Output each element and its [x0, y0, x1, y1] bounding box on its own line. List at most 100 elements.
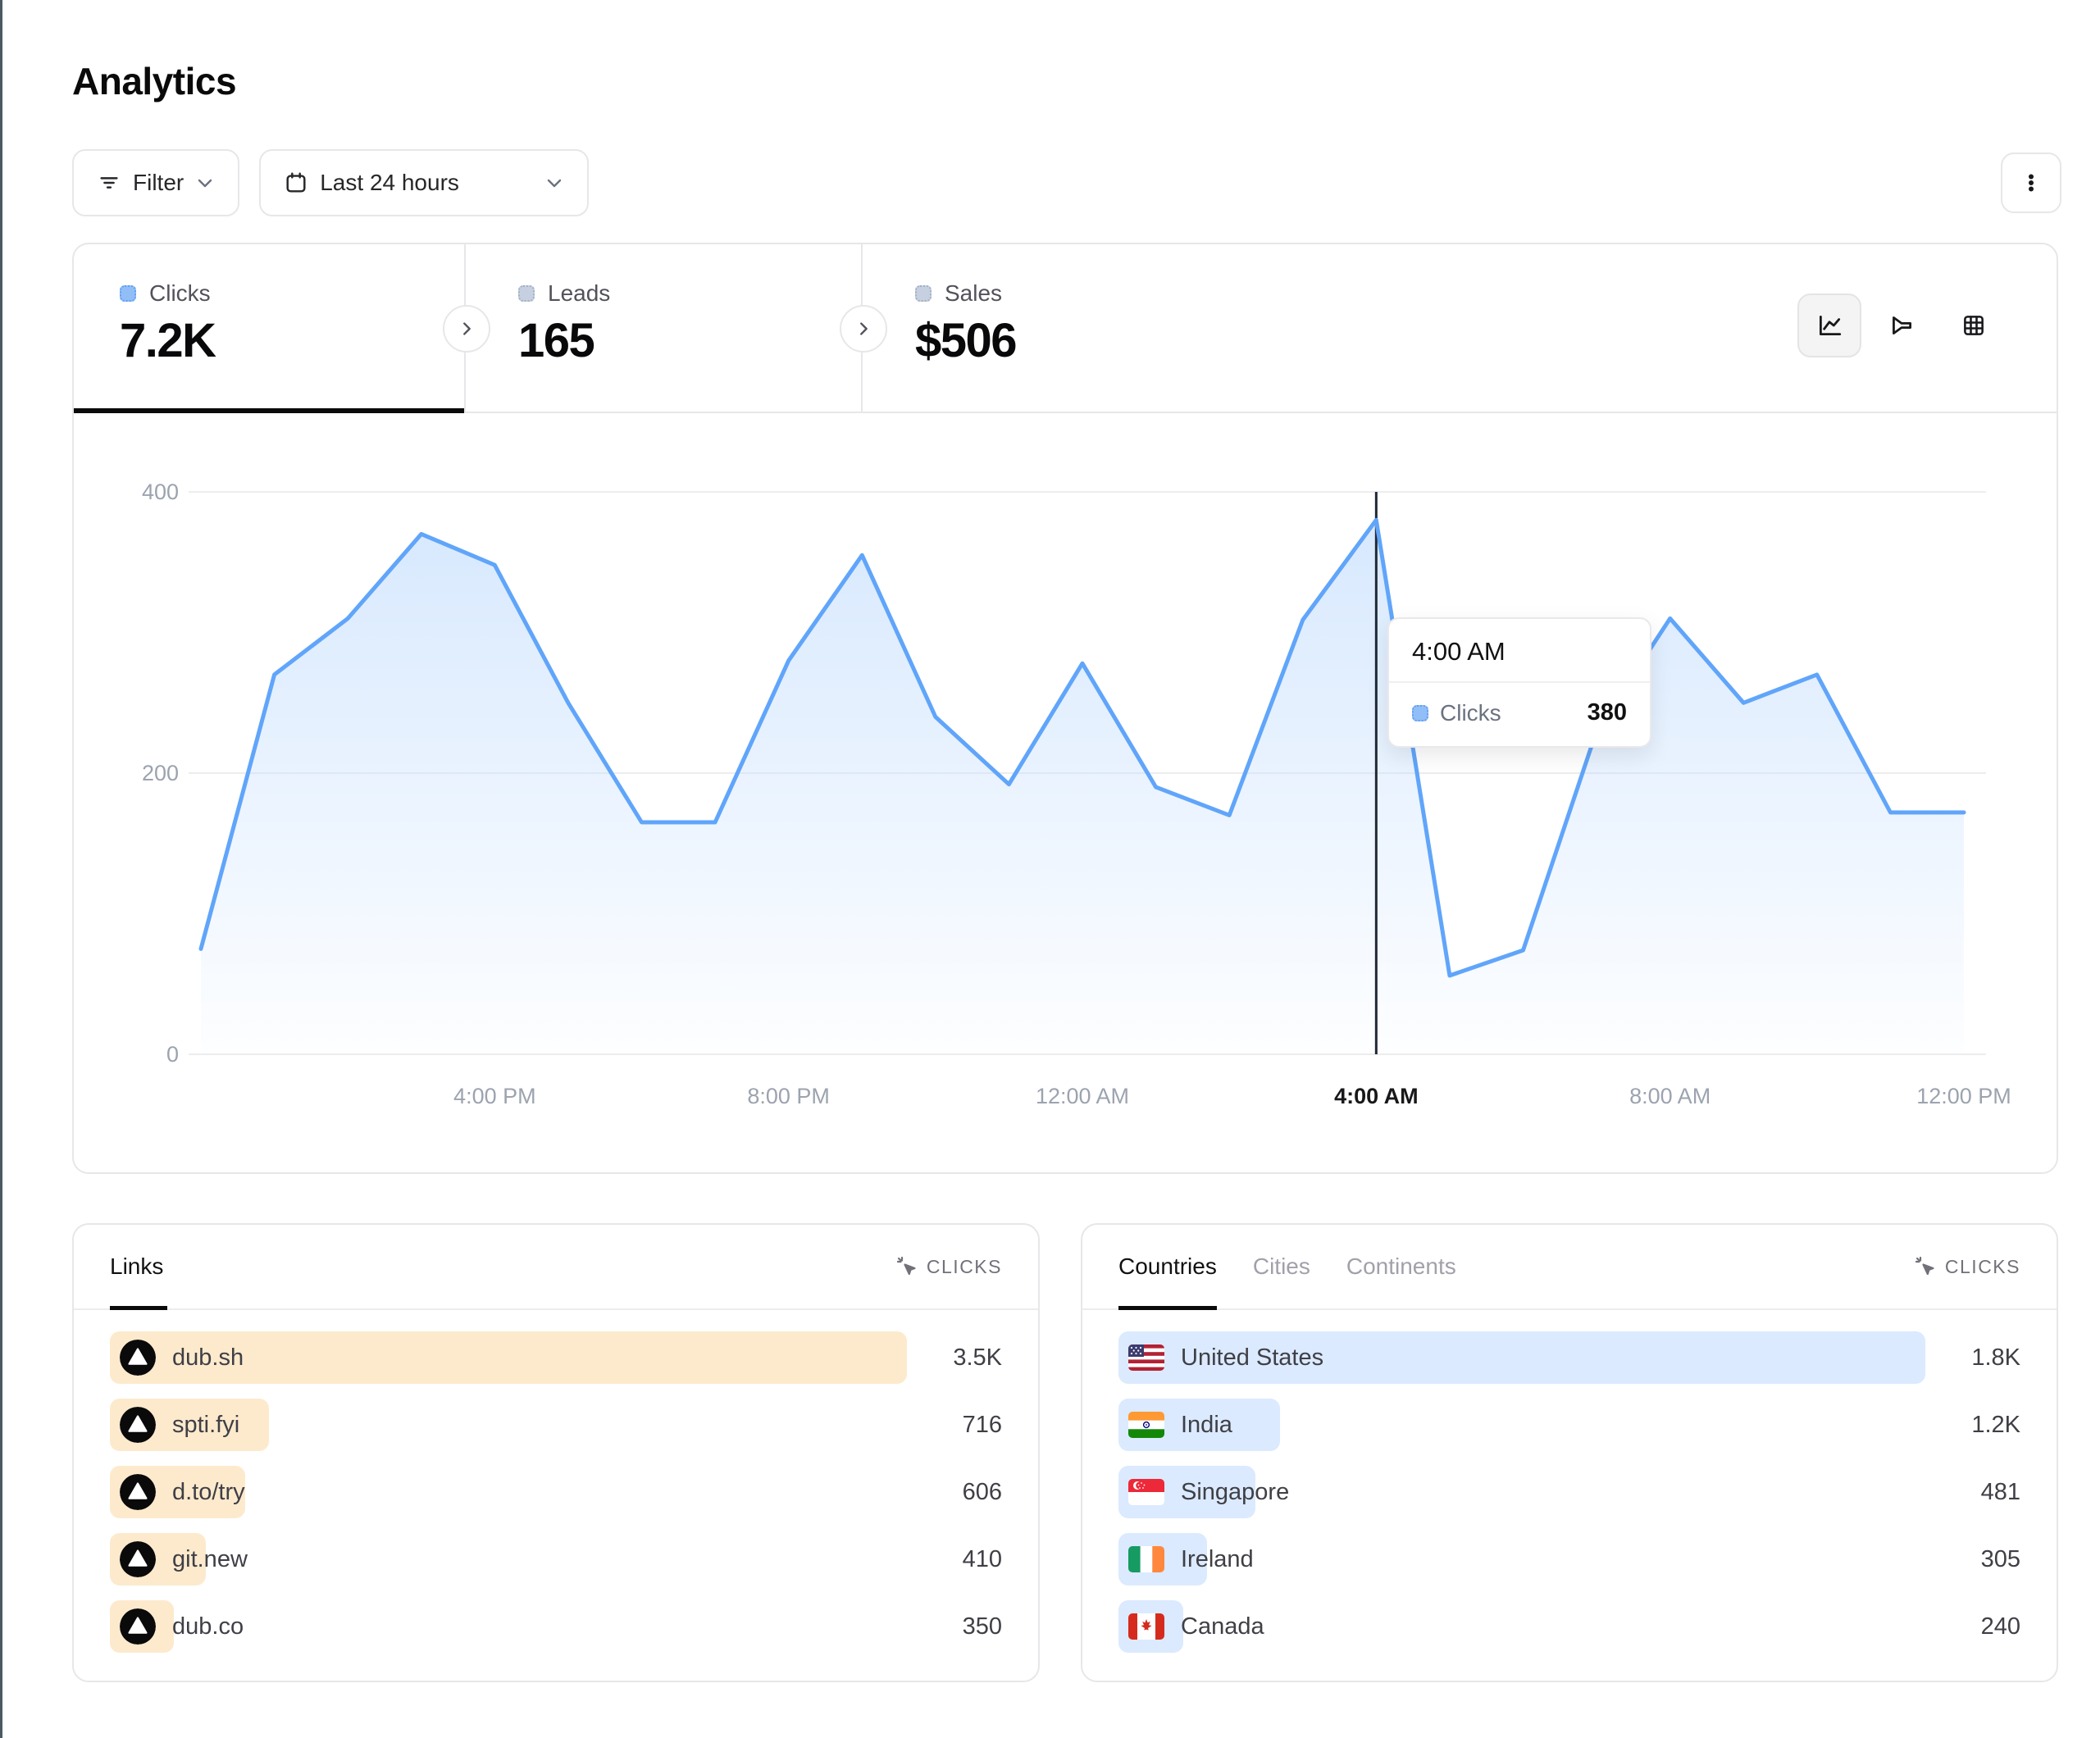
- tab-links-label: Links: [110, 1253, 163, 1280]
- x-tick-label: 4:00 AM: [1334, 1084, 1419, 1108]
- row-value: 305: [1925, 1546, 2020, 1573]
- chevron-right-icon: [458, 320, 476, 338]
- row-content: dub.co: [110, 1600, 244, 1653]
- row-label: United States: [1181, 1344, 1323, 1372]
- tab-cities[interactable]: Cities: [1253, 1225, 1310, 1308]
- dub-logo-icon: [120, 1340, 156, 1376]
- bar-area: d.to/try: [110, 1466, 907, 1518]
- ca-flag-icon: [1128, 1613, 1164, 1640]
- list-item[interactable]: dub.sh 3.5K: [110, 1331, 1002, 1384]
- links-panel: Links CLICKS dub.sh 3.5K spti.fyi 716 d.to/t…: [72, 1223, 1040, 1682]
- filter-button[interactable]: Filter: [72, 149, 239, 216]
- y-tick-label: 0: [166, 1042, 179, 1067]
- x-tick-label: 4:00 PM: [453, 1084, 536, 1108]
- row-value: 606: [907, 1479, 1002, 1506]
- list-item[interactable]: India 1.2K: [1118, 1399, 2020, 1451]
- row-value: 481: [1925, 1479, 2020, 1506]
- countries-sort-by-clicks[interactable]: CLICKS: [1914, 1255, 2020, 1278]
- row-label: spti.fyi: [172, 1412, 239, 1439]
- list-item[interactable]: d.to/try 606: [110, 1466, 1002, 1518]
- row-label: Ireland: [1181, 1546, 1254, 1573]
- expand-leads-button[interactable]: [443, 305, 490, 353]
- row-value: 716: [907, 1412, 1002, 1439]
- row-value: 3.5K: [907, 1344, 1002, 1372]
- row-label: git.new: [172, 1546, 248, 1573]
- page-title: Analytics: [72, 59, 236, 103]
- us-flag-icon: [1128, 1344, 1164, 1371]
- y-tick-label: 400: [142, 480, 179, 504]
- bar-area: Ireland: [1118, 1533, 1925, 1586]
- metric-label: Leads: [548, 280, 610, 307]
- list-item[interactable]: dub.co 350: [110, 1600, 1002, 1653]
- row-value: 240: [1925, 1613, 2020, 1640]
- date-range-label: Last 24 hours: [320, 170, 459, 196]
- tooltip-series-label: Clicks: [1440, 700, 1501, 726]
- countries-sort-label: CLICKS: [1945, 1256, 2020, 1278]
- links-sort-label: CLICKS: [927, 1256, 1002, 1278]
- row-value: 1.2K: [1925, 1412, 2020, 1439]
- bar-area: dub.co: [110, 1600, 907, 1653]
- row-content: dub.sh: [110, 1331, 244, 1384]
- row-content: d.to/try: [110, 1466, 245, 1518]
- table-view-button[interactable]: [1942, 293, 2006, 357]
- area-fill: [201, 520, 1964, 1054]
- row-label: dub.sh: [172, 1344, 244, 1372]
- list-item[interactable]: Canada 240: [1118, 1600, 2020, 1653]
- tab-clicks[interactable]: Clicks 7.2K: [74, 244, 466, 412]
- x-axis-labels: 4:00 PM8:00 PM12:00 AM4:00 AM8:00 AM12:0…: [453, 1084, 2011, 1108]
- row-label: Canada: [1181, 1613, 1264, 1640]
- y-axis-labels: 0200400: [142, 480, 179, 1067]
- row-label: d.to/try: [172, 1479, 245, 1506]
- funnel-icon: [1888, 312, 1916, 339]
- clicks-timeseries-chart[interactable]: 0200400 4:00 PM8:00 PM12:00 AM4:00 AM8:0…: [74, 413, 2060, 1174]
- tab-countries[interactable]: Countries: [1118, 1225, 1217, 1308]
- tooltip-value: 380: [1588, 699, 1627, 726]
- row-content: Singapore: [1118, 1466, 1289, 1518]
- tab-links[interactable]: Links: [110, 1225, 163, 1308]
- bar-area: Canada: [1118, 1600, 1925, 1653]
- leads-series-swatch: [518, 285, 535, 302]
- row-content: United States: [1118, 1331, 1323, 1384]
- dub-logo-icon: [120, 1541, 156, 1577]
- row-label: Singapore: [1181, 1479, 1289, 1506]
- line-chart-view-button[interactable]: [1797, 293, 1861, 357]
- row-value: 410: [907, 1546, 1002, 1573]
- bar-area: dub.sh: [110, 1331, 907, 1384]
- chart-tooltip: 4:00 AM Clicks 380: [1387, 617, 1651, 748]
- cursor-click-icon: [1914, 1255, 1937, 1278]
- metric-label: Sales: [945, 280, 1002, 307]
- list-item[interactable]: Singapore 481: [1118, 1466, 2020, 1518]
- expand-sales-button[interactable]: [840, 305, 887, 353]
- tab-continents-label: Continents: [1346, 1253, 1456, 1280]
- row-label: India: [1181, 1412, 1232, 1439]
- dub-logo-icon: [120, 1608, 156, 1645]
- grid-icon: [1960, 312, 1988, 339]
- metric-label: Clicks: [149, 280, 211, 307]
- row-content: Canada: [1118, 1600, 1264, 1653]
- overflow-menu-button[interactable]: [2001, 152, 2061, 213]
- row-content: Ireland: [1118, 1533, 1254, 1586]
- cursor-click-icon: [895, 1255, 918, 1278]
- filter-icon: [97, 171, 121, 195]
- chevron-down-icon: [195, 173, 215, 193]
- links-list: dub.sh 3.5K spti.fyi 716 d.to/try 606 git.new 4…: [74, 1310, 1038, 1653]
- links-sort-by-clicks[interactable]: CLICKS: [895, 1255, 1002, 1278]
- list-item[interactable]: United States1.8K: [1118, 1331, 2020, 1384]
- funnel-view-button[interactable]: [1870, 293, 1934, 357]
- in-flag-icon: [1128, 1412, 1164, 1438]
- row-value: 350: [907, 1613, 1002, 1640]
- list-item[interactable]: Ireland 305: [1118, 1533, 2020, 1586]
- tab-cities-label: Cities: [1253, 1253, 1310, 1280]
- x-tick-label: 8:00 PM: [747, 1084, 830, 1108]
- list-item[interactable]: git.new 410: [110, 1533, 1002, 1586]
- countries-panel: Countries Cities Continents CLICKS Unite…: [1081, 1223, 2058, 1682]
- date-range-button[interactable]: Last 24 hours: [259, 149, 589, 216]
- bar-area: United States: [1118, 1331, 1925, 1384]
- tab-leads[interactable]: Leads 165: [466, 244, 863, 412]
- list-item[interactable]: spti.fyi 716: [110, 1399, 1002, 1451]
- countries-list: United States1.8K India 1.2K Singapore 481 Ir…: [1082, 1310, 2057, 1653]
- tab-continents[interactable]: Continents: [1346, 1225, 1456, 1308]
- row-content: git.new: [110, 1533, 248, 1586]
- metric-value: 7.2K: [120, 313, 464, 368]
- bar-area: Singapore: [1118, 1466, 1925, 1518]
